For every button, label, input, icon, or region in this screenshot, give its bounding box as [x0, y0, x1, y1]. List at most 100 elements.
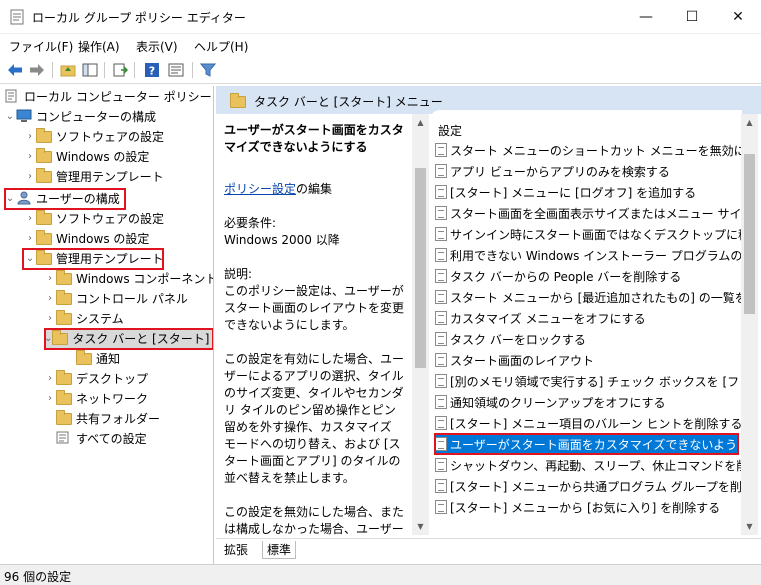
filter-button[interactable]	[198, 60, 218, 80]
policy-icon	[4, 89, 20, 103]
setting-row[interactable]: サインイン時にスタート画面ではなくデスクトップに移動する	[435, 224, 742, 244]
edit-policy-line: ポリシー設定の編集	[224, 181, 406, 198]
tree-node-notifications[interactable]: 通知	[64, 348, 120, 368]
properties-button[interactable]	[166, 60, 186, 80]
tree-node-desktop[interactable]: › デスクトップ	[44, 368, 148, 388]
tree-node-system[interactable]: › システム	[44, 308, 124, 328]
help-button[interactable]: ?	[142, 60, 162, 80]
minimize-button[interactable]: —	[623, 0, 669, 34]
chevron-right-icon[interactable]: ›	[24, 146, 36, 166]
tree-node-label: システム	[76, 311, 124, 326]
setting-row[interactable]: スタート画面を全画面表示サイズまたはメニュー サイズに強	[435, 203, 742, 223]
edit-policy-link[interactable]: ポリシー設定	[224, 182, 296, 196]
tab-standard[interactable]: 標準	[262, 541, 297, 559]
setting-row[interactable]: スタート メニューのショートカット メニューを無効にする	[435, 140, 742, 160]
tree-node-admin-templates[interactable]: › 管理用テンプレート	[24, 166, 164, 186]
settings-list[interactable]: 設定 スタート メニューのショートカット メニューを無効にする アプリ ビューから…	[430, 110, 742, 522]
chevron-right-icon[interactable]: ›	[24, 126, 36, 146]
folder-icon	[56, 270, 72, 285]
policy-setting-icon	[435, 332, 447, 346]
chevron-right-icon[interactable]: ›	[44, 288, 56, 308]
tree-node-user-software-settings[interactable]: › ソフトウェアの設定	[24, 208, 164, 228]
setting-row[interactable]: シャットダウン、再起動、スリープ、休止コマンドを削除して	[435, 455, 742, 475]
show-tree-icon	[82, 63, 98, 77]
tree-node-all-settings[interactable]: すべての設定	[44, 428, 147, 448]
policy-setting-icon	[435, 500, 447, 514]
tree-node-windows-components[interactable]: › Windows コンポーネント	[44, 268, 213, 288]
close-button[interactable]: ✕	[715, 0, 761, 34]
export-icon	[113, 63, 128, 77]
forward-icon	[30, 64, 44, 76]
tree-node-computer-config[interactable]: ⌄ コンピューターの構成	[4, 106, 156, 126]
setting-row[interactable]: スタート メニューから [最近追加されたもの] の一覧を削除	[435, 287, 742, 307]
setting-label: [スタート] メニューに [ログオフ] を追加する	[450, 185, 697, 200]
description-scrollbar[interactable]: ▲ ▼	[412, 114, 429, 535]
setting-row[interactable]: [スタート] メニューから [お気に入り] を削除する	[435, 497, 720, 517]
setting-label: [スタート] メニューから [お気に入り] を削除する	[450, 500, 721, 515]
chevron-right-icon[interactable]: ›	[44, 368, 56, 388]
chevron-right-icon[interactable]: ›	[24, 166, 36, 186]
setting-row[interactable]: [別のメモリ領域で実行する] チェック ボックスを [ファイル	[435, 371, 742, 391]
folder-icon	[36, 148, 52, 163]
maximize-button[interactable]: ☐	[669, 0, 715, 34]
setting-row[interactable]: [スタート] メニュー項目のバルーン ヒントを削除する	[435, 413, 742, 433]
forward-button[interactable]	[27, 60, 47, 80]
setting-row[interactable]: カスタマイズ メニューをオフにする	[435, 308, 646, 328]
tree-node-user-windows-settings[interactable]: › Windows の設定	[24, 228, 149, 248]
setting-row[interactable]: タスク バーをロックする	[435, 329, 586, 349]
setting-row[interactable]: [スタート] メニューに [ログオフ] を追加する	[435, 182, 696, 202]
setting-label: サインイン時にスタート画面ではなくデスクトップに移動する	[450, 227, 742, 242]
highlight-box	[434, 433, 739, 455]
policy-setting-icon	[435, 395, 447, 409]
menu-view[interactable]: 表示(V)	[136, 38, 178, 55]
setting-row[interactable]: スタート画面のレイアウト	[435, 350, 594, 370]
back-button[interactable]	[5, 60, 25, 80]
chevron-right-icon[interactable]: ›	[44, 308, 56, 328]
export-list-button[interactable]	[110, 60, 130, 80]
navigation-tree[interactable]: ローカル コンピューター ポリシー ⌄ コンピューターの構成 › ソフトウェアの…	[0, 86, 214, 564]
tab-extended[interactable]: 拡張	[224, 541, 248, 558]
description-paragraph: このポリシー設定は、ユーザーがスタート画面のレイアウトを変更できないようにします…	[224, 284, 405, 332]
menu-file[interactable]: ファイル(F)	[9, 38, 73, 55]
chevron-right-icon[interactable]: ›	[44, 268, 56, 288]
setting-row[interactable]: タスク バーからの People バーを削除する	[435, 266, 681, 286]
setting-label: スタート メニューから [最近追加されたもの] の一覧を削除	[450, 290, 742, 305]
help-icon: ?	[145, 63, 159, 78]
up-one-level-button[interactable]	[58, 60, 78, 80]
scroll-up-icon[interactable]: ▲	[412, 114, 429, 131]
close-icon: ✕	[732, 9, 744, 25]
tree-node-windows-settings[interactable]: › Windows の設定	[24, 146, 149, 166]
tree-node-network[interactable]: › ネットワーク	[44, 388, 148, 408]
list-scrollbar[interactable]: ▲ ▼	[741, 114, 758, 535]
scroll-down-icon[interactable]: ▼	[412, 518, 429, 535]
chevron-down-icon[interactable]: ⌄	[4, 106, 16, 126]
chevron-right-icon[interactable]: ›	[44, 388, 56, 408]
policy-setting-icon	[435, 248, 447, 262]
setting-row[interactable]: アプリ ビューからアプリのみを検索する	[435, 161, 670, 181]
folder-icon	[36, 128, 52, 143]
toolbar-separator	[52, 62, 53, 78]
policy-title: ユーザーがスタート画面をカスタマイズできないようにする	[224, 123, 404, 154]
setting-row[interactable]: [スタート] メニューから共通プログラム グループを削除する	[435, 476, 742, 496]
show-hide-tree-button[interactable]	[80, 60, 100, 80]
scroll-down-icon[interactable]: ▼	[741, 518, 758, 535]
folder-icon	[56, 310, 72, 325]
tree-node-label: ローカル コンピューター ポリシー	[24, 89, 212, 104]
chevron-right-icon[interactable]: ›	[24, 228, 36, 248]
menu-action[interactable]: 操作(A)	[78, 38, 120, 55]
scrollbar-thumb[interactable]	[744, 154, 755, 314]
menu-help[interactable]: ヘルプ(H)	[194, 38, 248, 55]
scroll-up-icon[interactable]: ▲	[741, 114, 758, 131]
tree-node-software-settings[interactable]: › ソフトウェアの設定	[24, 126, 164, 146]
scrollbar-thumb[interactable]	[415, 168, 426, 368]
setting-row[interactable]: 利用できない Windows インストーラー プログラムの [スタ	[435, 245, 742, 265]
tree-node-label: Windows の設定	[56, 231, 150, 246]
tree-node-shared-folders[interactable]: 共有フォルダー	[44, 408, 160, 428]
tree-node-control-panel[interactable]: › コントロール パネル	[44, 288, 188, 308]
setting-row[interactable]: 通知領域のクリーンアップをオフにする	[435, 392, 666, 412]
column-header-setting[interactable]: 設定	[438, 122, 462, 139]
tree-node-local-computer-policy[interactable]: ローカル コンピューター ポリシー	[4, 86, 212, 106]
chevron-right-icon[interactable]: ›	[24, 208, 36, 228]
toolbar: ?	[0, 56, 761, 84]
